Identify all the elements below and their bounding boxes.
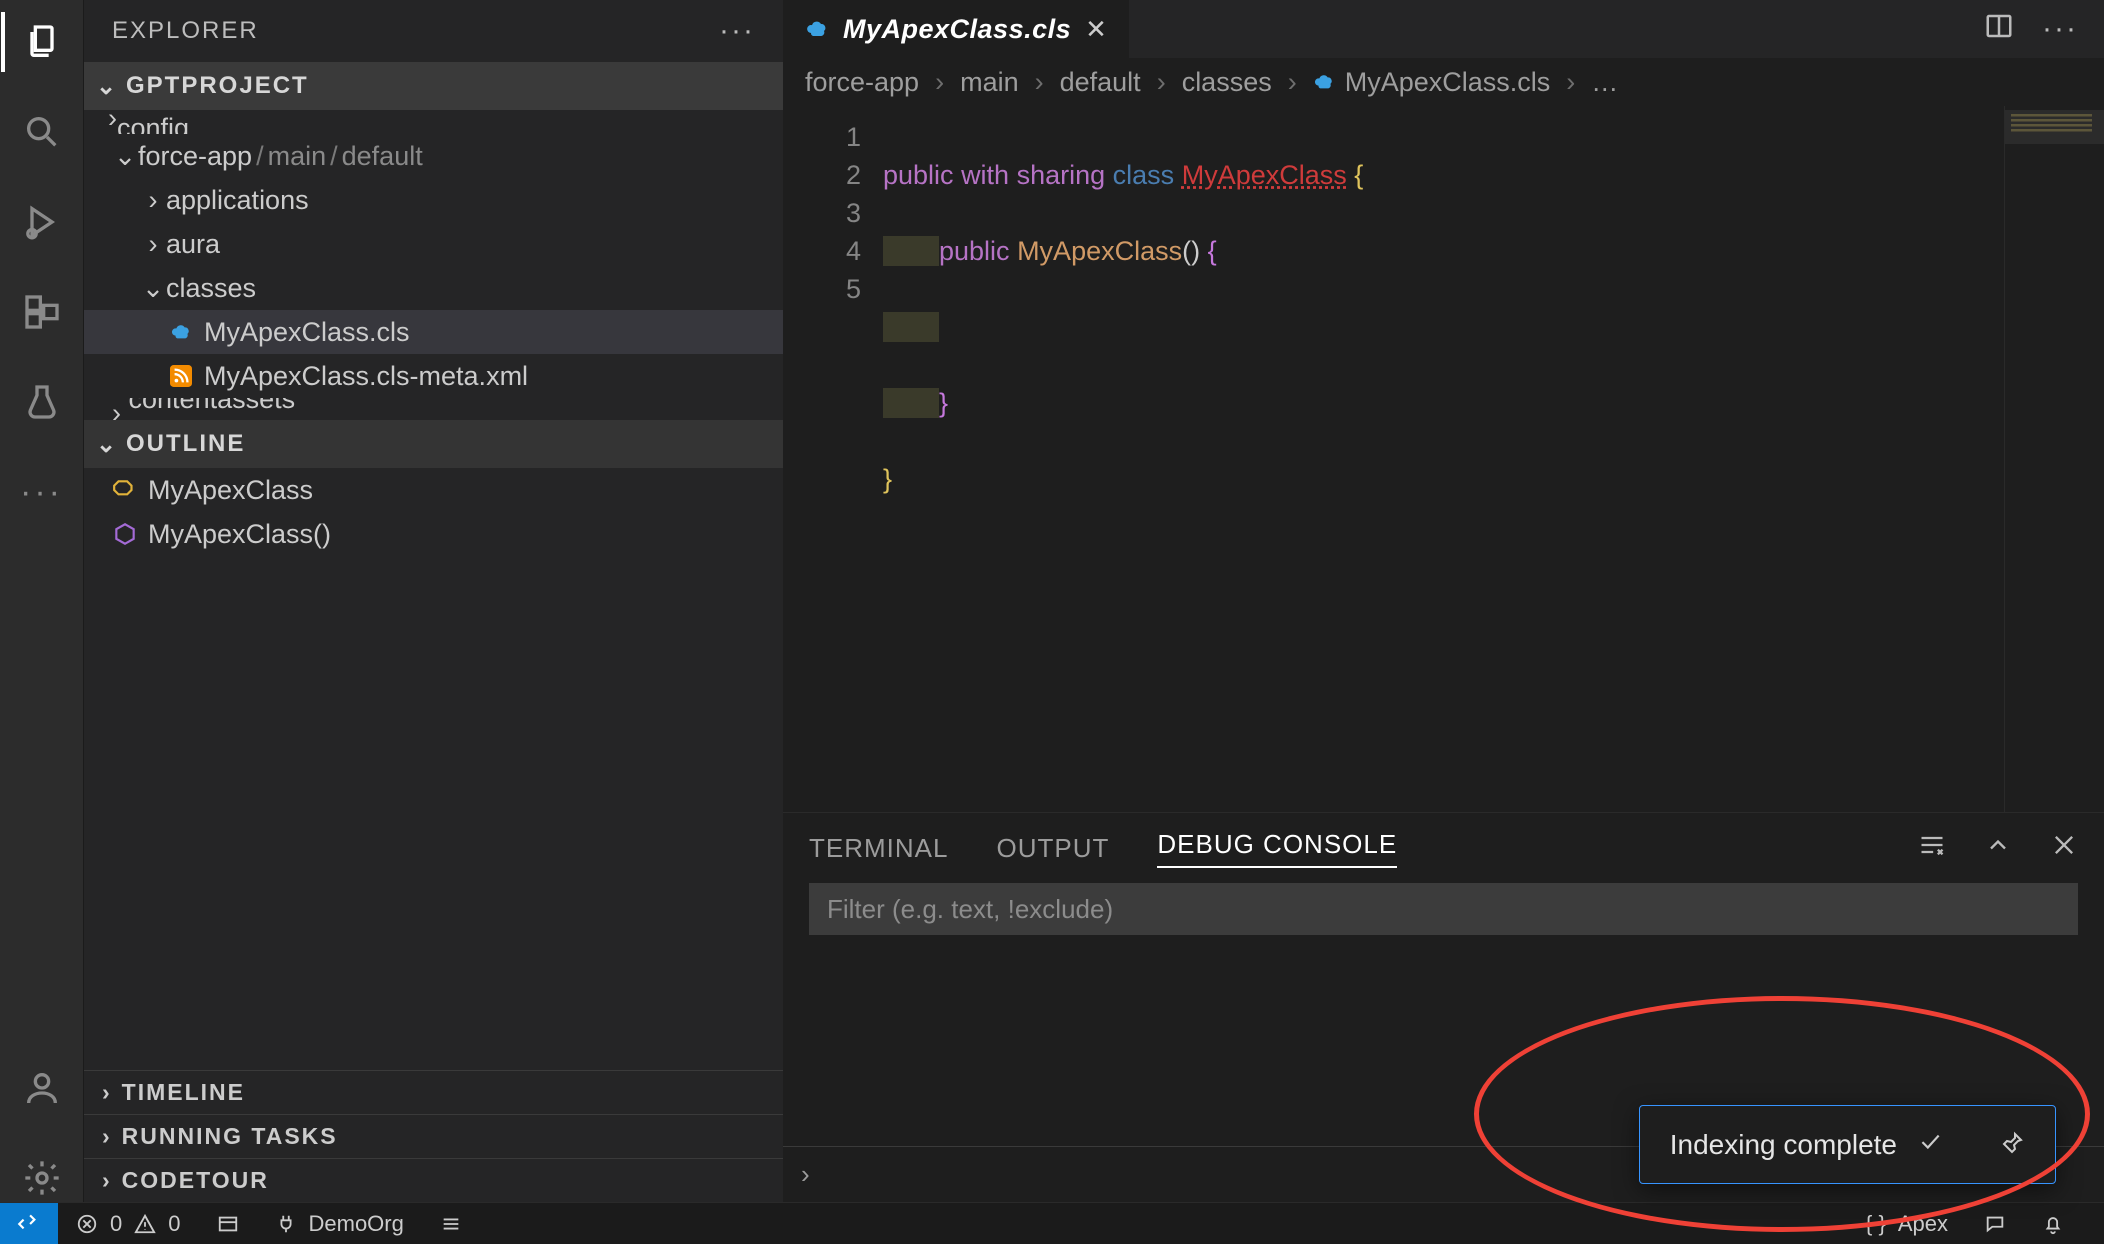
- tree-folder-classes[interactable]: ⌄ classes: [84, 266, 783, 310]
- tree-file-myapexclass-cls[interactable]: MyApexClass.cls: [84, 310, 783, 354]
- notification-toast[interactable]: Indexing complete: [1639, 1105, 2056, 1184]
- breadcrumb-overflow[interactable]: …: [1591, 67, 1618, 98]
- outline-title: OUTLINE: [126, 430, 245, 458]
- tree-folder-applications[interactable]: › applications: [84, 178, 783, 222]
- tree-cutoff-bottom: › contentassets: [84, 398, 783, 420]
- tree-cutoff-top: › config: [84, 110, 783, 134]
- activity-settings-gear-icon[interactable]: [18, 1154, 66, 1202]
- outline-item-constructor[interactable]: MyApexClass(): [84, 512, 783, 556]
- tabs-actions: ···: [1984, 0, 2104, 58]
- breadcrumbs[interactable]: force-app› main› default› classes› MyApe…: [783, 58, 2104, 106]
- minimap-viewport[interactable]: [2005, 110, 2104, 144]
- tree-file-myapexclass-meta-xml[interactable]: MyApexClass.cls-meta.xml: [84, 354, 783, 398]
- editor-body[interactable]: 1 2 3 4 5 public with sharing class MyAp…: [783, 106, 2104, 812]
- salesforce-cloud-icon: [1313, 74, 1335, 90]
- chevron-down-icon: ⌄: [96, 72, 118, 101]
- rss-icon: [168, 363, 194, 389]
- activity-testing-icon[interactable]: [18, 378, 66, 426]
- status-default-org[interactable]: DemoOrg: [257, 1203, 422, 1244]
- chevron-down-icon: ⌄: [96, 430, 118, 459]
- activity-extensions-icon[interactable]: [18, 288, 66, 336]
- outline-tree: MyApexClass MyApexClass(): [84, 468, 783, 556]
- close-panel-icon[interactable]: [2050, 831, 2078, 866]
- editor-column: MyApexClass.cls ✕ ··· force-app› main› d…: [783, 0, 2104, 1202]
- symbol-class-icon: [112, 477, 138, 503]
- chevron-right-icon: ›: [801, 1159, 810, 1190]
- warning-icon: [134, 1213, 156, 1235]
- tab-label: MyApexClass.cls: [843, 14, 1071, 45]
- file-tree: › config ⌄ force-app/main/default › appl…: [84, 110, 783, 420]
- status-language-mode[interactable]: { } Apex: [1847, 1203, 1966, 1244]
- status-language-label: Apex: [1898, 1211, 1948, 1237]
- breadcrumb-seg[interactable]: main: [960, 67, 1019, 98]
- breadcrumb-seg[interactable]: classes: [1182, 67, 1272, 98]
- status-warnings-count: 0: [168, 1211, 180, 1237]
- debug-console-filter-input[interactable]: Filter (e.g. text, !exclude): [809, 883, 2078, 935]
- status-layout-icon[interactable]: [199, 1203, 257, 1244]
- activity-explorer-icon[interactable]: [18, 18, 66, 66]
- activity-search-icon[interactable]: [18, 108, 66, 156]
- status-bar: 0 0 DemoOrg { } Apex: [0, 1202, 2104, 1244]
- sidebar: EXPLORER ··· ⌄ GPTPROJECT › config ⌄ for…: [83, 0, 783, 1202]
- tree-folder-aura[interactable]: › aura: [84, 222, 783, 266]
- panel-tab-output[interactable]: OUTPUT: [996, 833, 1109, 864]
- chevron-right-icon: ›: [102, 1167, 112, 1194]
- project-name: GPTPROJECT: [126, 72, 309, 100]
- notification-text: Indexing complete: [1670, 1129, 1897, 1161]
- plug-icon: [275, 1213, 297, 1235]
- status-feedback-icon[interactable]: [1966, 1203, 2024, 1244]
- line-gutter: 1 2 3 4 5: [783, 106, 883, 812]
- chevron-right-icon: ›: [102, 1123, 112, 1150]
- pin-icon[interactable]: [2001, 1129, 2025, 1161]
- tab-myapexclass[interactable]: MyApexClass.cls ✕: [783, 0, 1129, 58]
- section-header-running-tasks[interactable]: ›RUNNING TASKS: [84, 1114, 783, 1158]
- section-header-project[interactable]: ⌄ GPTPROJECT: [84, 62, 783, 110]
- salesforce-cloud-icon: [168, 319, 194, 345]
- editor-tabs: MyApexClass.cls ✕ ···: [783, 0, 2104, 58]
- activity-overflow-icon[interactable]: ···: [18, 468, 66, 516]
- status-menu-icon[interactable]: [422, 1203, 480, 1244]
- status-bell-icon[interactable]: [2024, 1203, 2082, 1244]
- code-area[interactable]: public with sharing class MyApexClass { …: [883, 106, 2004, 812]
- minimap[interactable]: [2004, 106, 2104, 812]
- activity-bar: ···: [0, 0, 83, 1202]
- remote-indicator-icon[interactable]: [0, 1203, 58, 1244]
- sidebar-title-row: EXPLORER ···: [84, 0, 783, 62]
- workbench: ··· EXPLORER ··· ⌄ GPTPROJECT › config ⌄…: [0, 0, 2104, 1202]
- tree-folder-force-app[interactable]: ⌄ force-app/main/default: [84, 134, 783, 178]
- panel-tab-debug-console[interactable]: DEBUG CONSOLE: [1157, 829, 1397, 868]
- breadcrumb-seg[interactable]: MyApexClass.cls: [1345, 67, 1551, 98]
- status-errors-count: 0: [110, 1211, 122, 1237]
- clear-console-icon[interactable]: [1918, 831, 1946, 866]
- chevron-right-icon: ›: [102, 1079, 112, 1106]
- breadcrumb-seg[interactable]: default: [1060, 67, 1141, 98]
- breadcrumb-seg[interactable]: force-app: [805, 67, 919, 98]
- panel-tabs: TERMINAL OUTPUT DEBUG CONSOLE: [783, 813, 2104, 883]
- chevron-up-icon[interactable]: [1984, 831, 2012, 866]
- check-icon: [1917, 1128, 1943, 1161]
- braces-icon: { }: [1865, 1211, 1886, 1237]
- status-org-name: DemoOrg: [309, 1211, 404, 1237]
- sidebar-overflow-icon[interactable]: ···: [719, 14, 755, 48]
- section-header-codetour[interactable]: ›CODETOUR: [84, 1158, 783, 1202]
- filter-placeholder: Filter (e.g. text, !exclude): [827, 894, 1113, 925]
- activity-run-debug-icon[interactable]: [18, 198, 66, 246]
- section-header-timeline[interactable]: ›TIMELINE: [84, 1070, 783, 1114]
- symbol-method-icon: [112, 521, 138, 547]
- split-editor-icon[interactable]: [1984, 11, 2014, 48]
- section-header-outline[interactable]: ⌄ OUTLINE: [84, 420, 783, 468]
- overflow-icon[interactable]: ···: [2042, 12, 2078, 46]
- status-problems[interactable]: 0 0: [58, 1203, 199, 1244]
- activity-accounts-icon[interactable]: [18, 1064, 66, 1112]
- close-icon[interactable]: ✕: [1085, 14, 1107, 45]
- salesforce-cloud-icon: [805, 20, 829, 38]
- sidebar-title: EXPLORER: [112, 17, 259, 45]
- panel-tab-terminal[interactable]: TERMINAL: [809, 833, 948, 864]
- outline-item-class[interactable]: MyApexClass: [84, 468, 783, 512]
- error-icon: [76, 1213, 98, 1235]
